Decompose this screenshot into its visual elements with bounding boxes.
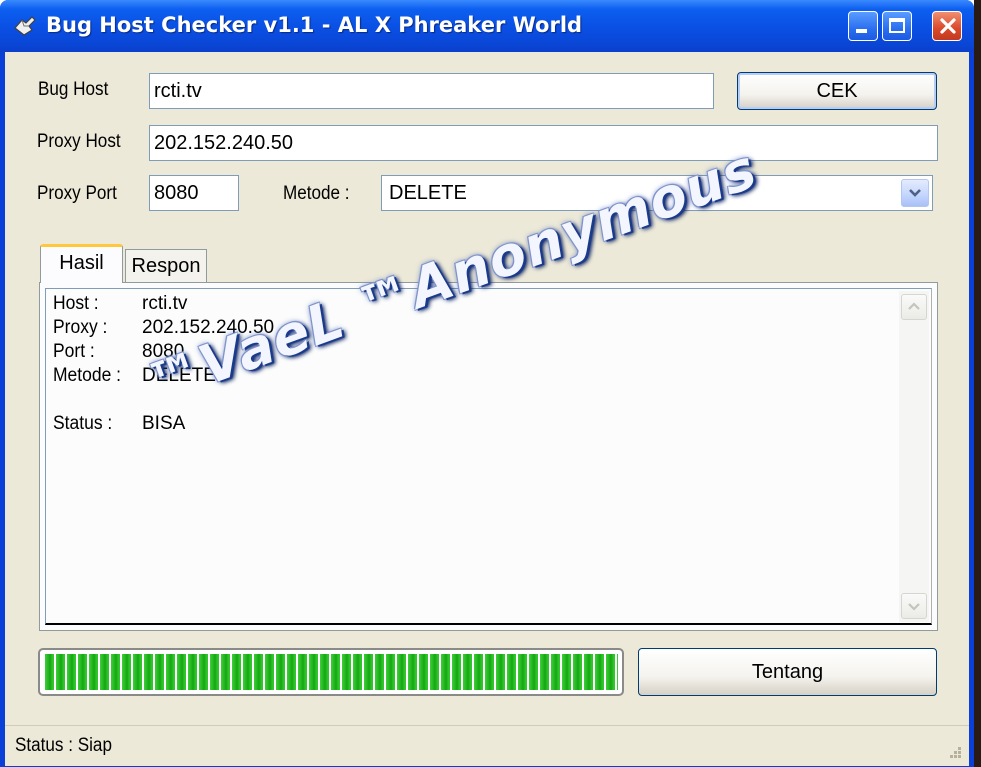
scroll-up-button[interactable]	[901, 294, 927, 320]
maximize-button[interactable]	[882, 11, 912, 41]
vertical-scrollbar[interactable]	[899, 291, 929, 622]
result-host-value: rcti.tv	[142, 293, 188, 314]
maximize-icon	[889, 18, 905, 33]
resize-grip-icon[interactable]	[943, 740, 963, 760]
result-port-key: Port :	[53, 341, 95, 362]
tentang-button[interactable]: Tentang	[638, 648, 937, 696]
bug-host-label: Bug Host	[38, 79, 109, 100]
minimize-button[interactable]	[848, 11, 878, 41]
result-proxy-key: Proxy :	[53, 317, 108, 338]
minimize-icon	[856, 29, 867, 33]
window-title: Bug Host Checker v1.1 - AL X Phreaker Wo…	[46, 13, 583, 37]
proxy-host-input[interactable]: 202.152.240.50	[149, 125, 938, 161]
proxy-port-input[interactable]: 8080	[149, 175, 239, 211]
tab-hasil[interactable]: Hasil	[40, 244, 123, 283]
result-host-line: Host : rcti.tv	[53, 293, 187, 317]
close-icon	[938, 16, 958, 41]
progress-fill	[45, 654, 618, 690]
metode-label: Metode :	[283, 183, 350, 204]
cek-button[interactable]: CEK	[737, 72, 937, 110]
close-button[interactable]	[932, 11, 962, 41]
progress-bar	[38, 648, 624, 696]
scroll-down-icon	[908, 603, 920, 611]
result-textarea[interactable]: Host : rcti.tv Proxy :202.152.240.50 Port…	[45, 288, 932, 625]
scroll-up-icon	[908, 302, 920, 310]
result-host-key: Host :	[53, 293, 99, 314]
result-status-key: Status :	[53, 413, 113, 434]
app-window: Bug Host Checker v1.1 - AL X Phreaker Wo…	[0, 0, 974, 767]
result-status-value: BISA	[142, 413, 186, 434]
client-area: Bug Host rcti.tv CEK Proxy Host 202.152.…	[5, 52, 969, 766]
result-status-line: Status : BISA	[53, 413, 185, 437]
proxy-host-label: Proxy Host	[37, 131, 121, 152]
tab-respon[interactable]: Respon	[125, 249, 207, 283]
app-icon[interactable]	[12, 14, 38, 38]
metode-selected-value: DELETE	[389, 182, 467, 204]
desktop-background	[974, 0, 981, 767]
tab-panel-hasil: Host : rcti.tv Proxy :202.152.240.50 Port…	[39, 282, 938, 631]
metode-dropdown-button[interactable]	[901, 179, 929, 207]
scroll-down-button[interactable]	[901, 593, 927, 619]
status-bar: Status : Siap	[5, 725, 969, 766]
bug-host-input[interactable]: rcti.tv	[149, 73, 714, 109]
result-metode-key: Metode :	[53, 365, 122, 386]
title-bar[interactable]: Bug Host Checker v1.1 - AL X Phreaker Wo…	[0, 0, 974, 52]
chevron-down-icon	[909, 189, 921, 197]
proxy-port-label: Proxy Port	[37, 183, 117, 204]
status-text: Status : Siap	[15, 735, 112, 756]
